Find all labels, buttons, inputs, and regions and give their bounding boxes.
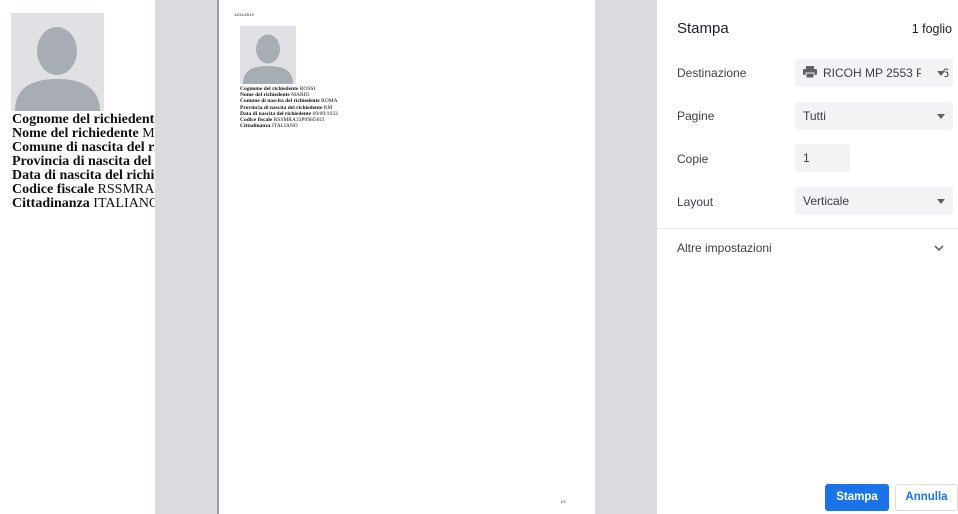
layout-value: Verticale — [803, 194, 850, 208]
print-settings-panel: Stampa 1 foglio Destinazione RICOH MP 25… — [657, 0, 958, 514]
layout-select[interactable]: Verticale — [795, 187, 953, 215]
avatar-silhouette-icon — [15, 27, 100, 111]
printer-icon — [803, 60, 817, 87]
avatar-silhouette-icon — [243, 34, 293, 84]
avatar — [240, 26, 296, 84]
print-button[interactable]: Stampa — [825, 484, 889, 511]
dropdown-arrow-icon — [937, 199, 945, 204]
pages-select[interactable]: Tutti — [795, 102, 953, 130]
bg-field-row: Codice fiscale RSSMRA33 — [12, 182, 169, 197]
destination-value: RICOH MP 2553 PCL 6 — [823, 66, 950, 80]
bg-field-row: Comune di nascita del ric — [12, 140, 165, 155]
more-settings-toggle[interactable]: Altre impostazioni — [677, 241, 772, 255]
bg-field-row: Data di nascita del richied — [12, 168, 169, 183]
dropdown-arrow-icon — [937, 114, 945, 119]
layout-label: Layout — [677, 195, 714, 209]
bg-field-row: Provincia di nascita del ri — [12, 154, 165, 169]
sheet-count: 1 foglio — [911, 22, 952, 36]
bg-field-row: Cognome del richiedente I — [12, 112, 169, 127]
cancel-button[interactable]: Annulla — [895, 484, 958, 511]
chevron-down-icon[interactable] — [934, 240, 944, 258]
dropdown-arrow-icon — [937, 71, 945, 76]
page-date: 13/11/2019 — [234, 12, 254, 17]
avatar — [11, 13, 104, 111]
destination-select[interactable]: RICOH MP 2553 PCL 6 — [795, 59, 953, 87]
preview-page: 13/11/2019 Cognome del richiedente ROSSI… — [219, 0, 595, 514]
background-fields: Cognome del richiedente I Nome del richi… — [12, 113, 169, 211]
pages-label: Pagine — [677, 109, 715, 123]
page-number: 1/1 — [560, 499, 566, 504]
field-row: Cittadinanza ITALIANO — [240, 123, 298, 130]
pages-value: Tutti — [803, 109, 826, 123]
divider — [657, 228, 958, 229]
destination-label: Destinazione — [677, 66, 747, 80]
panel-title: Stampa — [677, 20, 729, 37]
copies-label: Copie — [677, 152, 709, 166]
copies-input[interactable]: 1 — [795, 144, 850, 172]
page-fields: Cognome del richiedente ROSSI Nome del r… — [240, 86, 338, 129]
bg-field-row: Nome del richiedente MA — [12, 126, 165, 141]
bg-field-row: Cittadinanza ITALIANO — [12, 196, 160, 211]
